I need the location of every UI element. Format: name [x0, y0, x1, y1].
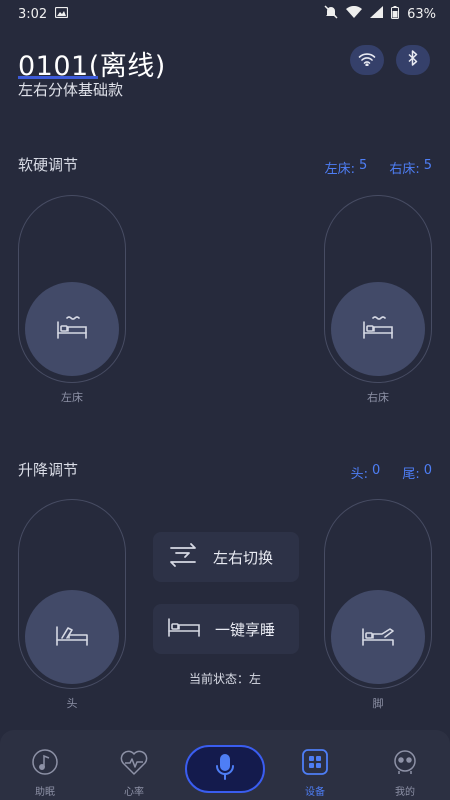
right-firmness-knob[interactable]: [331, 282, 425, 376]
head-lift-slider[interactable]: [18, 499, 126, 689]
battery-icon: [391, 5, 400, 23]
firmness-section-title: 软硬调节: [18, 156, 79, 174]
mute-icon: [324, 5, 338, 23]
bluetooth-icon: [408, 50, 418, 70]
right-bed-value: 5: [423, 158, 432, 173]
foot-lift-label: 脚: [372, 697, 384, 710]
nav-label-heart-rate: 心率: [124, 787, 144, 798]
nav-label-device: 设备: [305, 787, 325, 798]
head-label: 头:: [350, 467, 369, 482]
nav-item-device[interactable]: 设备: [285, 748, 345, 798]
music-note-icon: [31, 748, 59, 780]
current-state-text: 当前状态：左: [188, 672, 261, 686]
nav-label-mine: 我的: [395, 787, 415, 798]
bed-icon: [167, 616, 201, 642]
status-time: 3:02: [18, 6, 48, 22]
switch-side-button[interactable]: 左右切换: [153, 532, 299, 582]
foot-value: 0: [423, 463, 432, 478]
nav-item-heart-rate[interactable]: 心率: [104, 748, 164, 798]
firmness-values: 左床: 5 右床: 5: [325, 158, 432, 177]
battery-percent: 63%: [407, 6, 436, 22]
right-bed-label: 右床:: [389, 162, 420, 177]
nav-item-mine[interactable]: 我的: [375, 748, 435, 798]
foot-label: 尾:: [402, 467, 420, 482]
bed-firmness-icon: [55, 314, 89, 344]
cell-signal-icon: [370, 6, 384, 22]
nav-item-sleep-aid[interactable]: 助眠: [15, 748, 75, 798]
status-bar: 3:02 63%: [0, 0, 450, 28]
left-firmness-knob[interactable]: [25, 282, 119, 376]
switch-side-label: 左右切换: [213, 548, 274, 567]
one-click-sleep-label: 一键享睡: [215, 620, 276, 639]
heart-rate-icon: [119, 748, 149, 780]
nav-label-sleep-aid: 助眠: [35, 787, 55, 798]
voice-button[interactable]: [185, 745, 265, 793]
left-firmness-slider[interactable]: [18, 195, 126, 383]
right-firmness-slider[interactable]: [324, 195, 432, 383]
bed-head-raise-icon: [54, 623, 90, 651]
left-bed-label: 左床:: [324, 162, 356, 177]
wifi-signal-icon: [346, 5, 363, 22]
left-firmness-label: 左床: [61, 391, 83, 404]
wifi-icon: [358, 51, 376, 70]
right-firmness-label: 右床: [367, 391, 389, 404]
lift-values: 头: 0 尾: 0: [351, 463, 432, 482]
bluetooth-button[interactable]: [396, 45, 430, 75]
bed-foot-raise-icon: [360, 623, 396, 651]
device-subtitle: 左右分体基础款: [18, 81, 124, 99]
foot-lift-slider[interactable]: [324, 499, 432, 689]
head-value: 0: [372, 463, 381, 478]
left-bed-value: 5: [359, 158, 368, 173]
microphone-icon: [214, 753, 236, 785]
wifi-button[interactable]: [350, 45, 384, 75]
head-lift-label: 头: [66, 697, 78, 710]
lift-section-title: 升降调节: [18, 461, 79, 479]
switch-arrows-icon: [167, 541, 199, 573]
bed-firmness-icon: [361, 314, 395, 344]
one-click-sleep-button[interactable]: 一键享睡: [153, 604, 299, 654]
image-notification-icon: [55, 6, 69, 22]
device-grid-icon: [301, 748, 329, 780]
robot-face-icon: [391, 748, 419, 780]
